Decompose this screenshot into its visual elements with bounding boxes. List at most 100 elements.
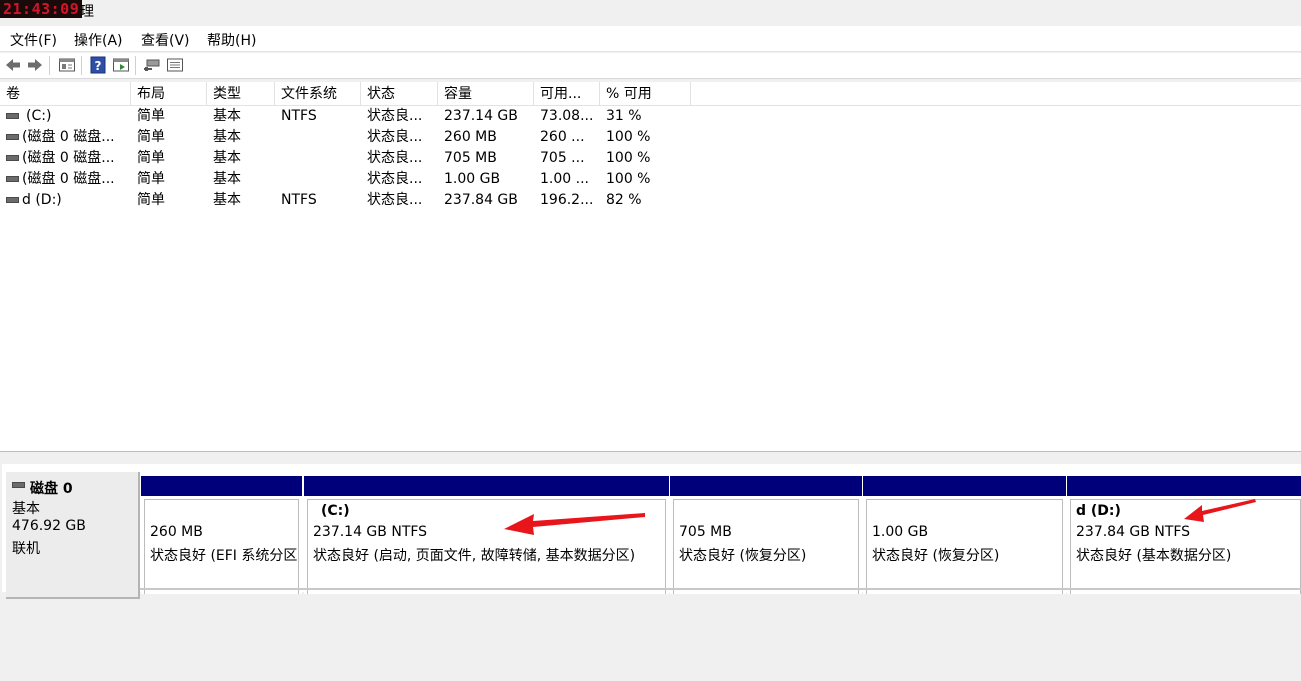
cell-free: 196.2...	[540, 192, 594, 208]
partition-bar	[141, 476, 302, 496]
menu-view[interactable]: 查看(V)	[141, 30, 190, 50]
cell-status: 状态良...	[367, 129, 423, 145]
cell-percent-free: 100 %	[606, 150, 651, 166]
cell-filesystem: NTFS	[281, 192, 317, 208]
toolbar-separator	[135, 56, 136, 75]
cell-capacity: 1.00 GB	[444, 171, 501, 187]
clock-overlay: 21:43:09	[0, 0, 83, 18]
disk-icon	[12, 482, 25, 488]
cell-free: 260 ...	[540, 129, 585, 145]
cell-volume: (磁盘 0 磁盘...	[22, 150, 115, 166]
column-header-percent-free[interactable]: % 可用	[600, 82, 691, 106]
partition-size: 237.14 GB NTFS	[313, 524, 428, 540]
column-header-layout[interactable]: 布局	[131, 82, 207, 106]
cell-volume: d (D:)	[22, 192, 62, 208]
column-header-type[interactable]: 类型	[207, 82, 275, 106]
forward-icon[interactable]	[26, 56, 44, 74]
partition-bar	[670, 476, 862, 496]
back-icon[interactable]	[4, 56, 22, 74]
partition-status: 状态良好 (恢复分区)	[872, 548, 1000, 564]
menu-help[interactable]: 帮助(H)	[207, 30, 256, 50]
partition-efi[interactable]: 260 MB 状态良好 (EFI 系统分区)	[141, 476, 302, 594]
title-bar: 21:43:09 理	[0, 0, 1301, 24]
partition-bar	[1067, 476, 1301, 496]
disk-list-icon[interactable]	[166, 56, 184, 74]
cell-type: 基本	[213, 150, 241, 166]
menu-action[interactable]: 操作(A)	[74, 30, 123, 50]
cell-filesystem: NTFS	[281, 108, 317, 124]
table-row[interactable]: (磁盘 0 磁盘... 简单 基本 状态良... 1.00 GB 1.00 ..…	[0, 169, 700, 190]
table-row[interactable]: (磁盘 0 磁盘... 简单 基本 状态良... 705 MB 705 ... …	[0, 148, 700, 169]
column-header-status[interactable]: 状态	[361, 82, 438, 106]
partition-body: 705 MB 状态良好 (恢复分区)	[673, 499, 859, 594]
cell-status: 状态良...	[367, 150, 423, 166]
partition-recovery-2[interactable]: 1.00 GB 状态良好 (恢复分区)	[863, 476, 1066, 594]
cell-filesystem	[281, 169, 359, 190]
menu-file[interactable]: 文件(F)	[10, 30, 57, 50]
column-header-volume[interactable]: 卷	[0, 82, 131, 106]
disk-type: 基本	[12, 501, 40, 517]
partition-size: 237.84 GB NTFS	[1076, 524, 1191, 540]
volume-icon	[6, 155, 19, 161]
annotation-arrow-icon	[504, 513, 645, 535]
partition-bar	[863, 476, 1066, 496]
partition-body: 260 MB 状态良好 (EFI 系统分区)	[144, 499, 299, 594]
column-header-capacity[interactable]: 容量	[438, 82, 534, 106]
toolbar: ?	[0, 53, 1301, 79]
cell-free: 73.08...	[540, 108, 594, 124]
window-title-fragment: 理	[80, 4, 94, 20]
disk-status: 联机	[12, 541, 40, 557]
cell-status: 状态良...	[367, 171, 423, 187]
partition-label: (C:)	[321, 503, 350, 519]
cell-volume: (磁盘 0 磁盘...	[22, 171, 115, 187]
cell-type: 基本	[213, 192, 241, 208]
partition-status: 状态良好 (EFI 系统分区)	[150, 548, 298, 564]
cell-filesystem	[281, 127, 359, 148]
cell-type: 基本	[213, 129, 241, 145]
cell-layout: 简单	[137, 150, 165, 166]
toolbar-separator	[81, 56, 82, 75]
partition-status: 状态良好 (基本数据分区)	[1076, 548, 1232, 564]
cell-layout: 简单	[137, 129, 165, 145]
partition-d[interactable]: d (D:) 237.84 GB NTFS 状态良好 (基本数据分区)	[1067, 476, 1301, 594]
disk-info-panel[interactable]: 磁盘 0 基本 476.92 GB 联机	[6, 472, 140, 599]
cell-volume: (C:)	[26, 108, 52, 124]
cell-free: 705 ...	[540, 150, 585, 166]
disk-graphical-view: 磁盘 0 基本 476.92 GB 联机 260 MB 状态良好 (EFI 系统…	[0, 456, 1301, 681]
annotation-arrow-icon	[1184, 499, 1256, 522]
disk-row-divider	[140, 588, 1301, 590]
cell-status: 状态良...	[367, 108, 423, 124]
table-row[interactable]: (C:) 简单 基本 NTFS 状态良... 237.14 GB 73.08..…	[0, 106, 700, 127]
console-tree-icon[interactable]	[112, 56, 130, 74]
disk-name: 磁盘 0	[30, 481, 73, 497]
cell-layout: 简单	[137, 192, 165, 208]
cell-free: 1.00 ...	[540, 171, 589, 187]
connect-icon[interactable]	[143, 56, 161, 74]
properties-icon[interactable]	[58, 56, 76, 74]
volume-icon	[6, 197, 19, 203]
table-row[interactable]: d (D:) 简单 基本 NTFS 状态良... 237.84 GB 196.2…	[0, 190, 700, 211]
partition-body: 1.00 GB 状态良好 (恢复分区)	[866, 499, 1063, 594]
column-header-free[interactable]: 可用...	[534, 82, 600, 106]
cell-capacity: 705 MB	[444, 150, 497, 166]
table-row[interactable]: (磁盘 0 磁盘... 简单 基本 状态良... 260 MB 260 ... …	[0, 127, 700, 148]
help-icon[interactable]: ?	[89, 56, 107, 74]
partition-bar	[304, 476, 669, 496]
cell-layout: 简单	[137, 108, 165, 124]
column-header-filesystem[interactable]: 文件系统	[275, 82, 361, 106]
cell-percent-free: 31 %	[606, 108, 642, 124]
volume-icon	[6, 113, 19, 119]
partition-recovery-1[interactable]: 705 MB 状态良好 (恢复分区)	[670, 476, 862, 594]
cell-type: 基本	[213, 108, 241, 124]
cell-percent-free: 82 %	[606, 192, 642, 208]
cell-capacity: 260 MB	[444, 129, 497, 145]
cell-volume: (磁盘 0 磁盘...	[22, 129, 115, 145]
partition-label: d (D:)	[1076, 503, 1121, 519]
cell-status: 状态良...	[367, 192, 423, 208]
cell-filesystem	[281, 148, 359, 169]
cell-capacity: 237.14 GB	[444, 108, 518, 124]
cell-type: 基本	[213, 171, 241, 187]
partition-status: 状态良好 (启动, 页面文件, 故障转储, 基本数据分区)	[313, 548, 636, 564]
menu-bar: 文件(F) 操作(A) 查看(V) 帮助(H)	[0, 26, 1301, 52]
volume-list-header: 卷 布局 类型 文件系统 状态 容量 可用... % 可用	[0, 82, 1301, 106]
